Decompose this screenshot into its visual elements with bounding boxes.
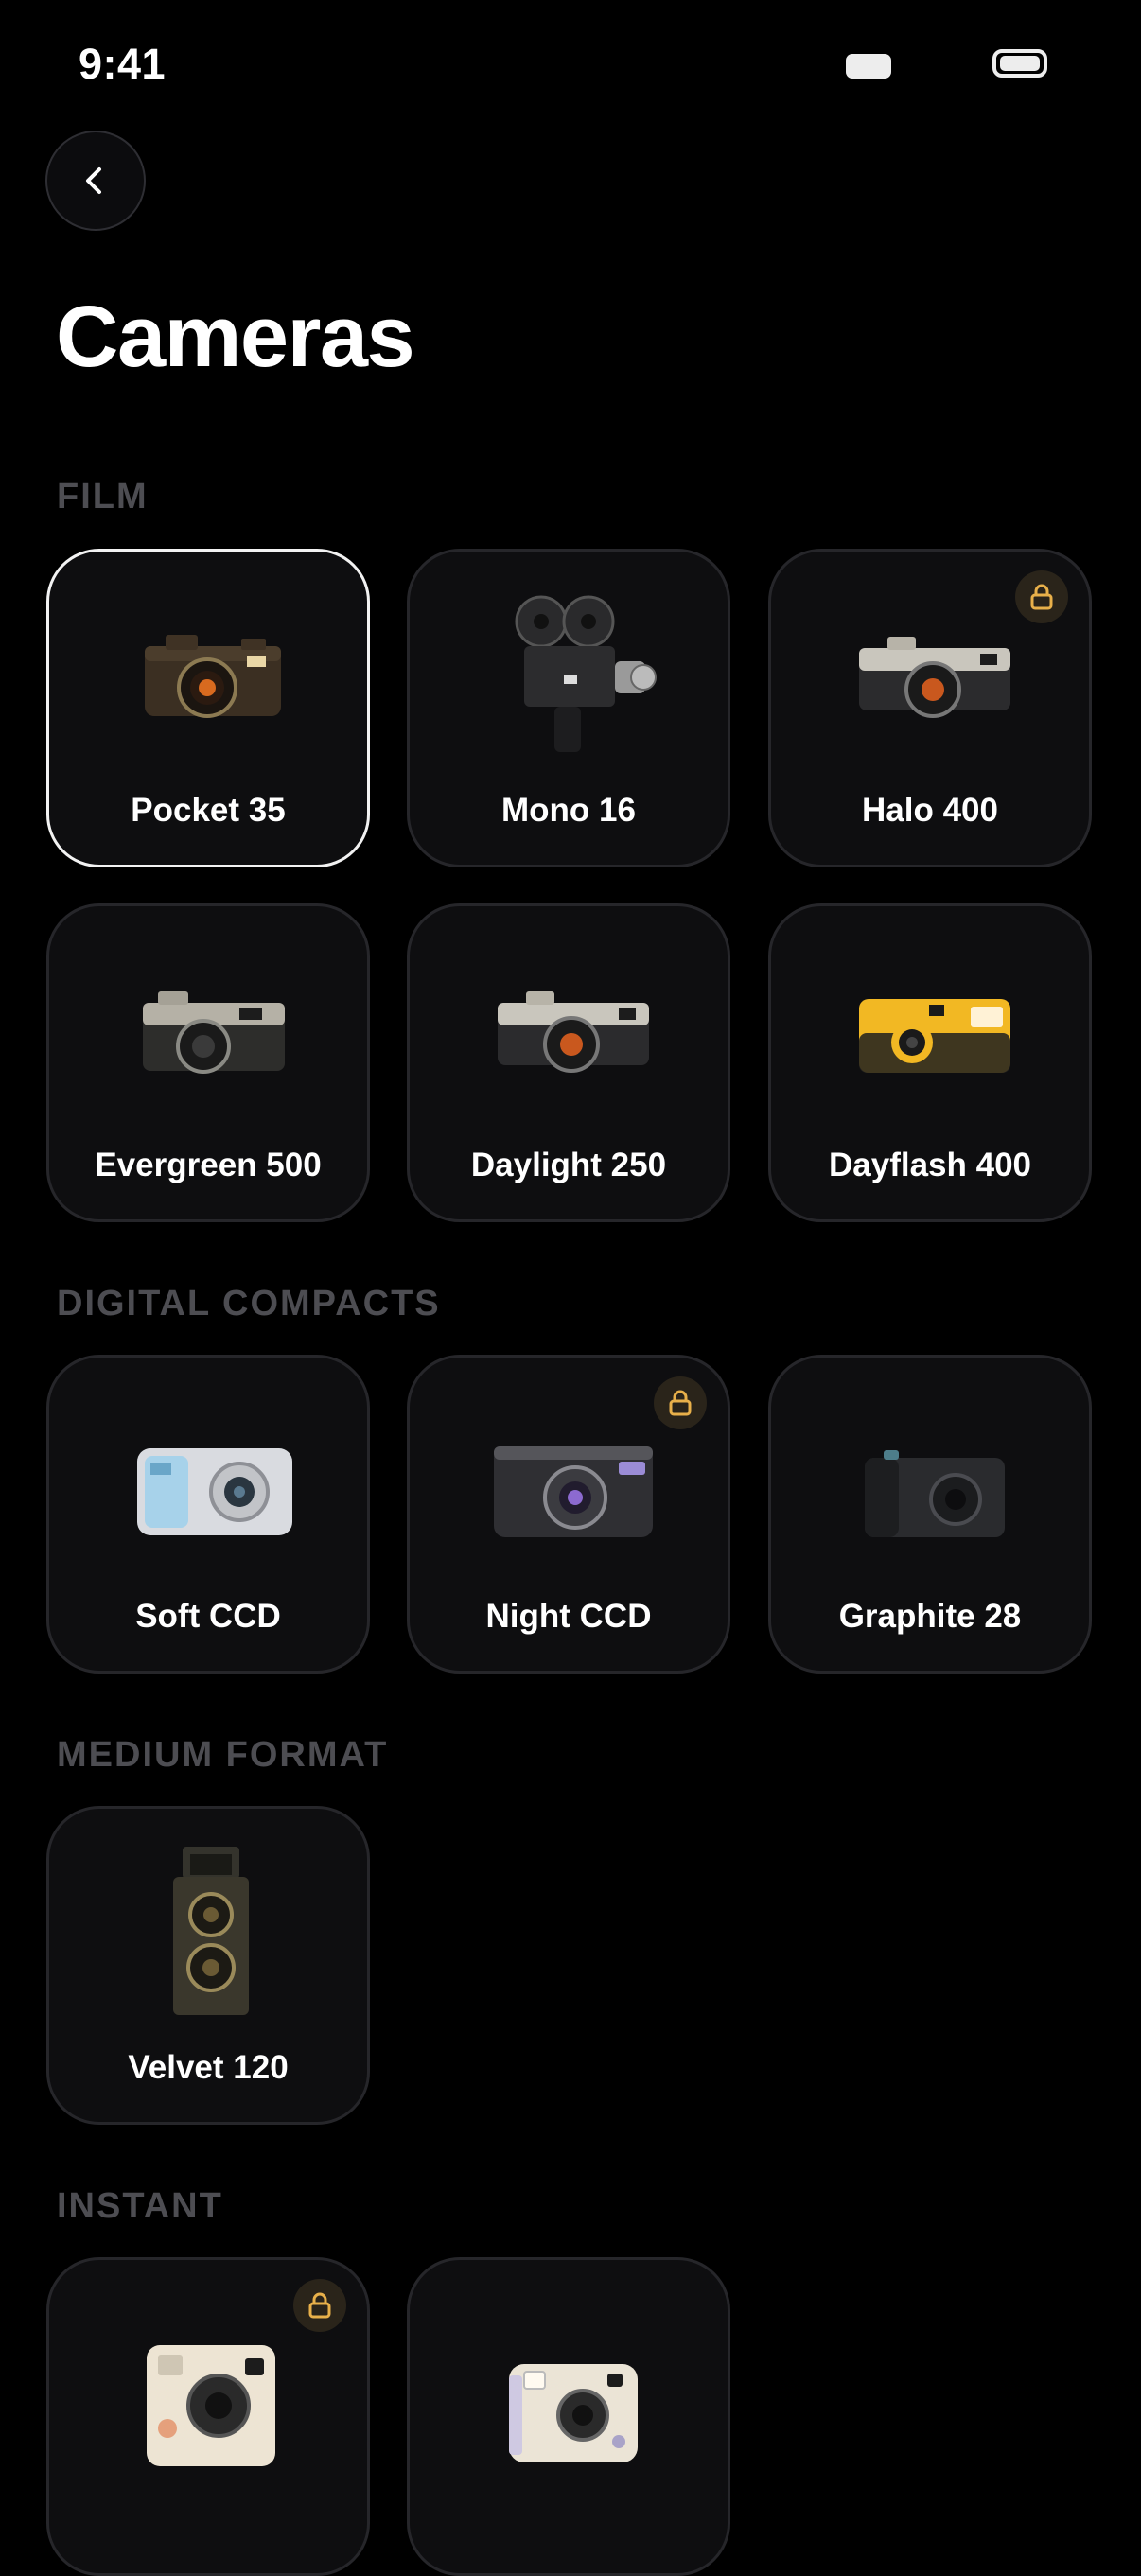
camera-card-label: Night CCD (485, 1598, 652, 1635)
camera-card-halo-400[interactable]: Halo 400 (768, 549, 1092, 867)
camera-card-label: Pocket 35 (131, 792, 286, 829)
camera-card-dayflash-400[interactable]: Dayflash 400 (768, 903, 1092, 1222)
compact-camera-icon (137, 1448, 292, 1535)
lock-icon (308, 2292, 331, 2319)
instant-camera-icon (509, 2364, 638, 2462)
page-title: Cameras (56, 289, 415, 385)
compact-camera-icon (494, 1446, 653, 1537)
section-label-medium-format: MEDIUM FORMAT (57, 1735, 389, 1775)
camera-card-label: Daylight 250 (470, 1147, 667, 1183)
camera-card-graphite-28[interactable]: Graphite 28 (768, 1355, 1092, 1674)
rangefinder-camera-icon (145, 635, 281, 718)
rangefinder-camera-icon (143, 991, 285, 1074)
camera-card-mono-16[interactable]: Mono 16 (407, 549, 730, 867)
section-label-digital-compacts: DIGITAL COMPACTS (57, 1284, 441, 1323)
camera-card-instant-2[interactable] (407, 2257, 730, 2576)
lock-icon (669, 1390, 692, 1416)
status-time: 9:41 (79, 40, 167, 88)
camera-card-label: Graphite 28 (838, 1598, 1022, 1635)
compact-camera-icon (865, 1450, 1005, 1537)
camera-card-label: Mono 16 (501, 792, 636, 829)
camera-card-label: Halo 400 (862, 792, 998, 829)
camera-card-instant-1[interactable] (46, 2257, 370, 2576)
camera-card-label: Evergreen 500 (95, 1147, 322, 1183)
status-bar: 9:41 (0, 0, 1141, 132)
camera-card-label: Soft CCD (135, 1598, 281, 1635)
twin-lens-reflex-camera-icon (173, 1847, 249, 2015)
cellular-signal-icon (846, 54, 891, 79)
rangefinder-camera-icon (498, 991, 649, 1073)
movie-camera-icon (515, 595, 657, 752)
section-label-film: FILM (57, 477, 149, 517)
camera-card-soft-ccd[interactable]: Soft CCD (46, 1355, 370, 1674)
camera-card-label: Dayflash 400 (828, 1147, 1032, 1183)
battery-icon (992, 49, 1047, 78)
instant-camera-icon (147, 2345, 275, 2466)
disposable-camera-icon (859, 999, 1010, 1073)
camera-card-daylight-250[interactable]: Daylight 250 (407, 903, 730, 1222)
camera-card-pocket-35[interactable]: Pocket 35 (46, 549, 370, 867)
rangefinder-camera-icon (859, 637, 1010, 718)
back-button[interactable] (45, 131, 146, 231)
lock-icon (1030, 584, 1053, 610)
section-label-instant: INSTANT (57, 2186, 223, 2226)
camera-card-label: Velvet 120 (128, 2049, 289, 2086)
camera-card-evergreen-500[interactable]: Evergreen 500 (46, 903, 370, 1222)
camera-card-velvet-120[interactable]: Velvet 120 (46, 1806, 370, 2125)
chevron-left-icon (86, 167, 101, 194)
camera-card-night-ccd[interactable]: Night CCD (407, 1355, 730, 1674)
